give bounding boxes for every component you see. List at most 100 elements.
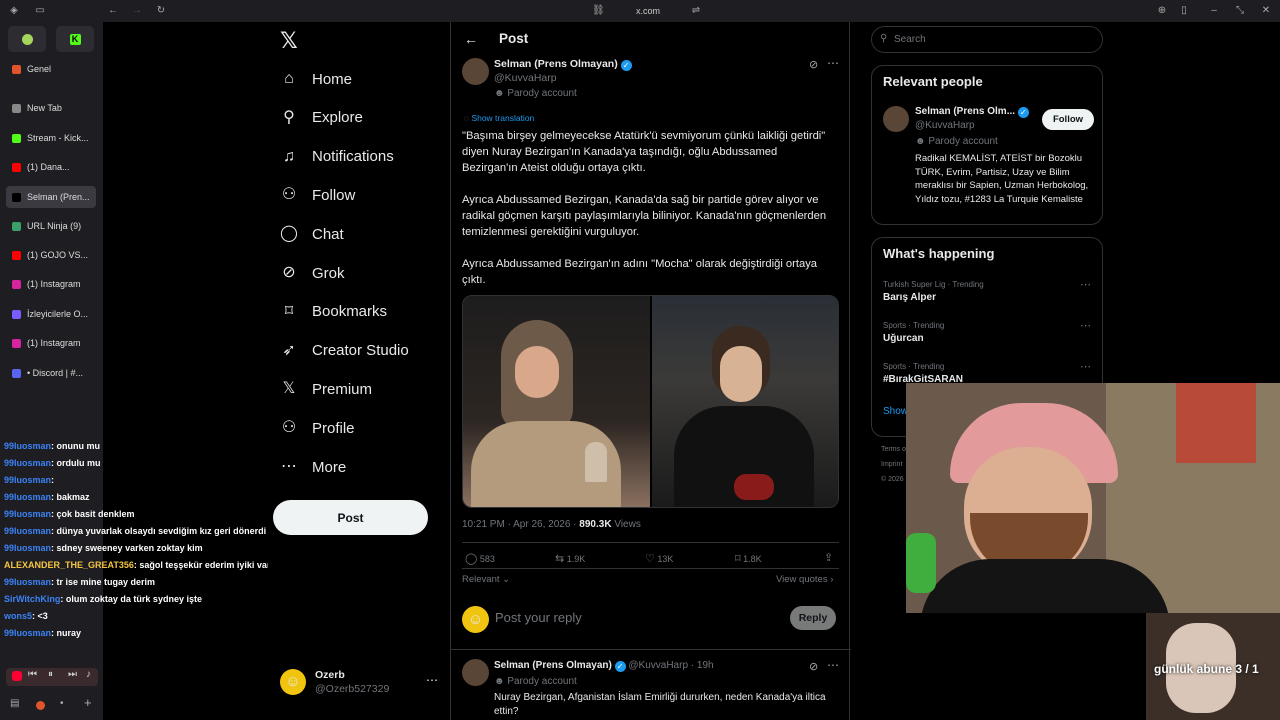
globe-icon[interactable]: ⊕	[1156, 5, 1168, 17]
follow-button[interactable]: Follow	[1042, 109, 1094, 130]
address-bar[interactable]: x.com	[636, 6, 660, 16]
chat-username[interactable]: 99luosman	[4, 492, 51, 502]
account-switcher[interactable]: ☺ Ozerb @Ozerb527329 ⋯	[280, 665, 440, 701]
search-box[interactable]: ⚲ Search	[871, 26, 1103, 53]
pinned-tab-kick[interactable]: K	[56, 26, 94, 52]
chat-username[interactable]: SirWitchKing	[4, 594, 60, 604]
nav-item-creator-studio[interactable]: ➶ Creator Studio	[280, 333, 408, 369]
browser-tab[interactable]: Genel	[6, 58, 96, 80]
next-icon[interactable]: ⏭	[68, 669, 77, 680]
person-avatar[interactable]	[883, 106, 909, 132]
nav-item-premium[interactable]: 𝕏 Premium	[280, 371, 372, 407]
nav-item-home[interactable]: ⌂ Home	[280, 61, 352, 97]
grok-icon[interactable]: ⊘	[809, 58, 818, 71]
browser-tab[interactable]: Selman (Pren...	[6, 186, 96, 208]
browser-tab[interactable]: (1) Dana...	[6, 156, 96, 178]
trend-more-icon[interactable]: ⋯	[1080, 360, 1091, 373]
reply-stat[interactable]: ◯ 583	[465, 552, 495, 565]
trend-more-icon[interactable]: ⋯	[1080, 278, 1091, 291]
browser-tab[interactable]: Stream - Kick...	[6, 127, 96, 149]
bookmark-stat[interactable]: ⌑ 1.8K	[735, 552, 762, 565]
share-icon[interactable]: ⇪	[824, 551, 833, 564]
nav-item-more[interactable]: ⋯ More	[280, 449, 346, 485]
trend-topic[interactable]: Barış Alper	[883, 292, 936, 303]
view-quotes-link[interactable]: View quotes ›	[776, 574, 833, 585]
sort-dropdown[interactable]: Relevant ⌄	[462, 574, 510, 585]
x-logo-icon[interactable]: 𝕏	[280, 28, 298, 54]
minimize-icon[interactable]: –	[1208, 5, 1220, 17]
nav-item-profile[interactable]: ⚇ Profile	[280, 410, 355, 446]
reply-tweet-avatar[interactable]	[462, 659, 489, 686]
more-icon[interactable]: ⋯	[426, 673, 438, 687]
media-image-left[interactable]	[463, 296, 650, 507]
chat-username[interactable]: wons5	[4, 611, 32, 621]
dot-icon[interactable]: •	[60, 698, 64, 709]
footer-terms[interactable]: Terms o	[881, 442, 906, 457]
trend-topic[interactable]: Uğurcan	[883, 333, 924, 344]
chat-username[interactable]: 99luosman	[4, 509, 51, 519]
reply-button[interactable]: Reply	[790, 606, 836, 630]
show-translation-link[interactable]: ◌ Show translation	[464, 113, 534, 123]
chat-username[interactable]: 99luosman	[4, 577, 51, 587]
split-icon[interactable]: ▯	[1178, 5, 1190, 17]
footer-imprint[interactable]: Imprint	[881, 457, 906, 472]
volume-icon[interactable]: ♪	[86, 669, 91, 680]
reload-icon[interactable]: ↻	[155, 5, 167, 17]
browser-tab[interactable]: İzleyicilerle O...	[6, 303, 96, 325]
restore-icon[interactable]: ⤡	[1234, 5, 1246, 17]
post-more-icon[interactable]: ⋯	[827, 56, 839, 70]
media-image-right[interactable]	[651, 296, 838, 507]
link-icon[interactable]: ⛓	[592, 5, 605, 17]
author-name[interactable]: Selman (Prens Olmayan) ✓	[494, 58, 632, 71]
like-stat[interactable]: ♡ 13K	[645, 552, 673, 565]
previous-icon[interactable]: ⏮	[28, 669, 37, 680]
chat-username[interactable]: 99luosman	[4, 628, 51, 638]
new-tab-icon[interactable]: +	[84, 695, 92, 710]
pinned-tab-chrome[interactable]	[8, 26, 46, 52]
pause-icon[interactable]: ⏸	[48, 669, 53, 680]
post-media[interactable]	[462, 295, 839, 508]
show-more-link[interactable]: Show	[883, 406, 908, 417]
back-icon[interactable]: ←	[107, 5, 119, 17]
back-arrow-icon[interactable]: ←	[464, 31, 478, 47]
tune-icon[interactable]: ⇌	[690, 5, 702, 17]
browser-tab[interactable]: New Tab	[6, 97, 96, 119]
media-controls[interactable]: ⏮ ⏸ ⏭ ♪	[6, 668, 98, 686]
chat-username[interactable]: 99luosman	[4, 458, 51, 468]
post-button[interactable]: Post	[273, 500, 428, 535]
chat-username[interactable]: ALEXANDER_THE_GREAT356	[4, 560, 134, 570]
reply-input[interactable]: Post your reply	[495, 610, 582, 625]
chat-username[interactable]: 99luosman	[4, 441, 51, 451]
workspace-icon[interactable]: ◈	[8, 5, 20, 17]
reply-tweet-header[interactable]: Selman (Prens Olmayan) ✓ @KuvvaHarp · 19…	[494, 660, 714, 672]
person-name[interactable]: Selman (Prens Olm... ✓	[915, 106, 1029, 118]
browser-tab[interactable]: (1) GOJO VS...	[6, 244, 96, 266]
author-avatar[interactable]	[462, 58, 489, 85]
forward-icon[interactable]: →	[131, 5, 143, 17]
nav-item-notifications[interactable]: ♫ Notifications	[280, 139, 394, 175]
search-input[interactable]: Search	[894, 34, 926, 45]
footer-links[interactable]: Terms o Imprint © 2026	[881, 442, 906, 487]
nav-item-bookmarks[interactable]: ⌑ Bookmarks	[280, 294, 387, 330]
profile-switch-icon[interactable]	[36, 701, 45, 710]
reply-more-icon[interactable]: ⋯	[827, 658, 839, 672]
author-handle[interactable]: @KuvvaHarp	[494, 72, 557, 84]
browser-tab[interactable]: • Discord | #...	[6, 362, 96, 384]
browser-tab[interactable]: URL Ninja (9)	[6, 215, 96, 237]
grok-icon[interactable]: ⊘	[809, 660, 818, 673]
chat-username[interactable]: 99luosman	[4, 543, 51, 553]
browser-tab[interactable]: (1) Instagram	[6, 273, 96, 295]
chat-username[interactable]: 99luosman	[4, 526, 51, 536]
close-icon[interactable]: ✕	[1260, 5, 1272, 17]
archive-icon[interactable]: ▤	[10, 698, 19, 709]
repost-stat[interactable]: ⇆ 1.9K	[555, 552, 585, 565]
trend-more-icon[interactable]: ⋯	[1080, 319, 1091, 332]
sidebar-toggle-icon[interactable]: ▭	[34, 5, 46, 17]
chat-username[interactable]: 99luosman	[4, 475, 51, 485]
nav-item-grok[interactable]: ⊘ Grok	[280, 255, 344, 291]
nav-item-explore[interactable]: ⚲ Explore	[280, 100, 363, 136]
nav-item-chat[interactable]: ◯ Chat	[280, 216, 344, 252]
webcam-overlay	[906, 383, 1280, 613]
nav-item-follow[interactable]: ⚇ Follow	[280, 177, 356, 213]
browser-tab[interactable]: (1) Instagram	[6, 332, 96, 354]
